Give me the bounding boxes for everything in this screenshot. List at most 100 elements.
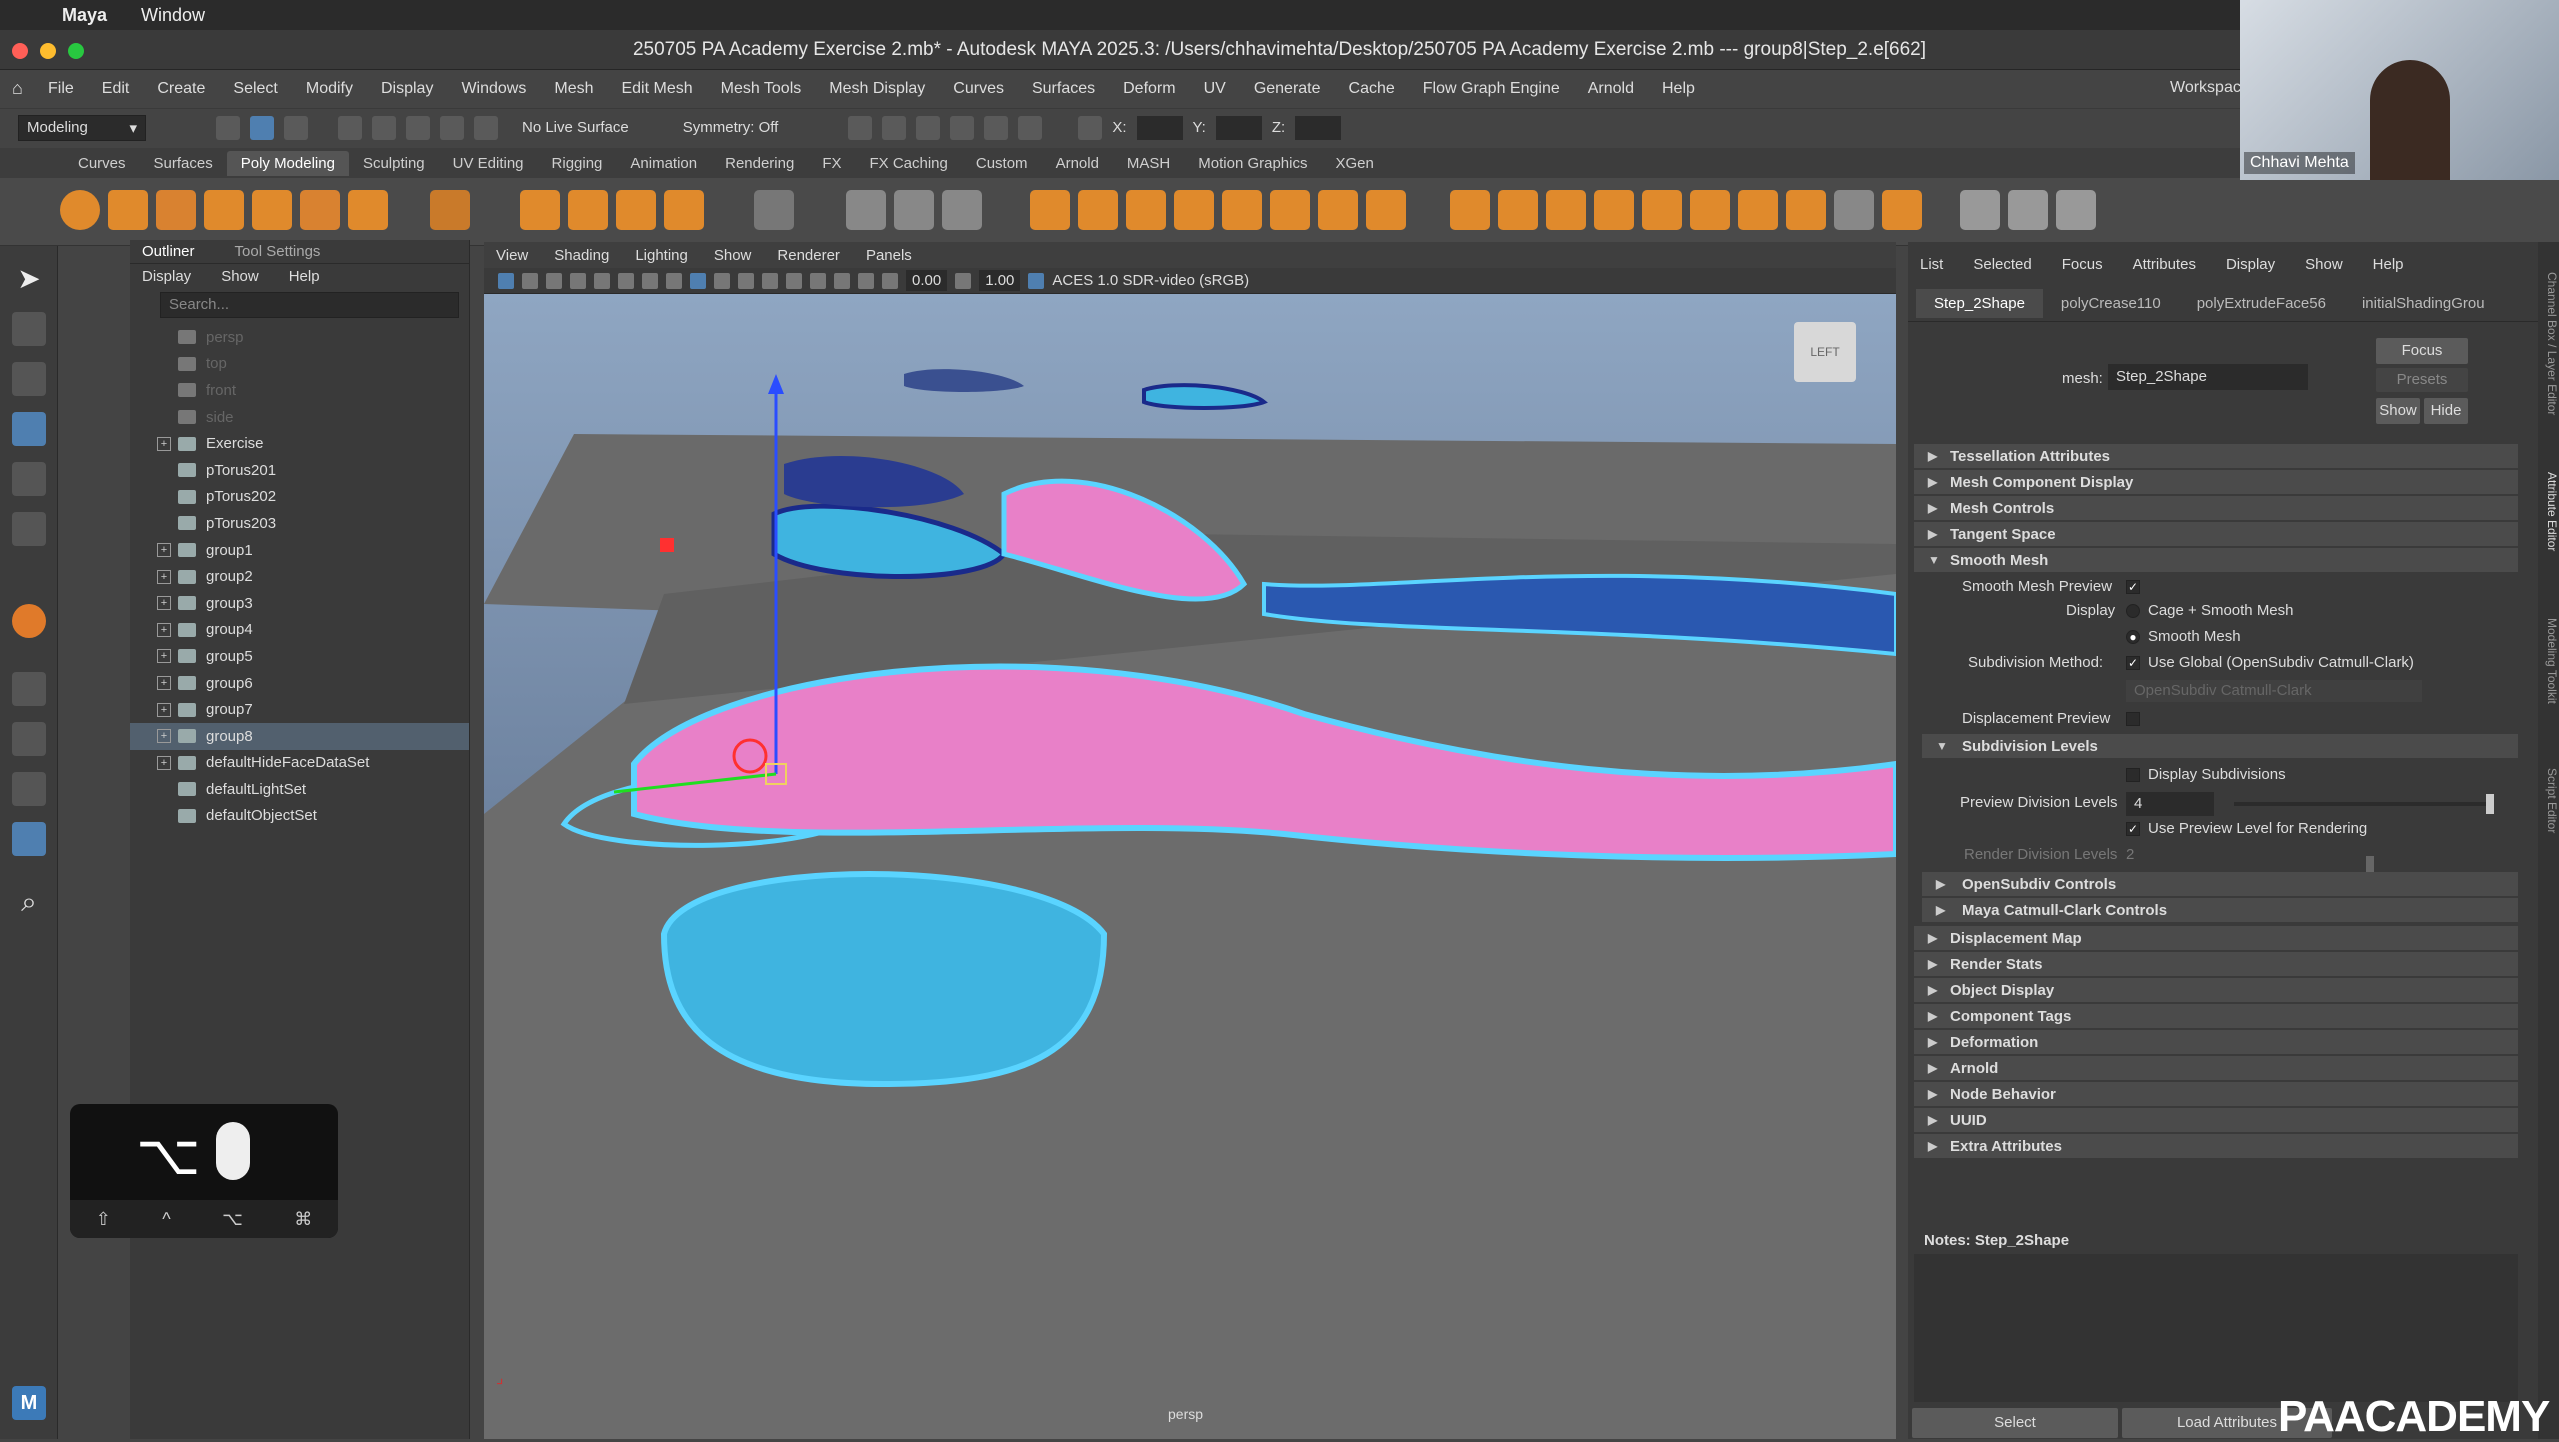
shelf-tab-uv-editing[interactable]: UV Editing	[439, 151, 538, 176]
focus-button[interactable]: Focus	[2376, 338, 2468, 364]
preview-division-slider-track[interactable]	[2234, 802, 2490, 806]
strip-channel-box[interactable]: Channel Box / Layer Editor	[2538, 272, 2559, 452]
mac-app-name[interactable]: Maya	[62, 5, 107, 26]
menu-select[interactable]: Select	[233, 80, 277, 98]
tab-polyextrudeface56[interactable]: polyExtrudeFace56	[2179, 289, 2344, 318]
attr-menu-selected[interactable]: Selected	[1973, 256, 2031, 273]
platonic-icon[interactable]	[430, 190, 470, 230]
attr-menu-display[interactable]: Display	[2226, 256, 2275, 273]
outliner-menu-display[interactable]: Display	[142, 268, 191, 285]
ambient-occlusion-icon[interactable]	[810, 272, 826, 289]
expand-icon[interactable]: +	[157, 702, 171, 717]
minimize-window-icon[interactable]	[40, 43, 56, 59]
resolution-gate-icon[interactable]	[642, 272, 658, 289]
poly-plane-icon[interactable]	[300, 190, 340, 230]
svg-icon[interactable]	[664, 190, 704, 230]
vp-menu-renderer[interactable]: Renderer	[777, 247, 840, 264]
multi-cut-icon[interactable]	[1450, 190, 1490, 230]
outliner-search-input[interactable]: Search...	[160, 292, 459, 318]
chamfer-icon[interactable]	[1738, 190, 1778, 230]
outliner-item-front[interactable]: front	[130, 377, 469, 404]
single-view-icon[interactable]	[12, 672, 46, 706]
shelf-tab-poly-modeling[interactable]: Poly Modeling	[226, 150, 349, 176]
shelf-tab-motion-graphics[interactable]: Motion Graphics	[1184, 151, 1321, 176]
outliner-item-ptorus203[interactable]: pTorus203	[130, 510, 469, 537]
section-node-behavior[interactable]: ▶ Node Behavior	[1914, 1082, 2518, 1106]
hypershade-icon[interactable]	[950, 115, 975, 140]
shadows-icon[interactable]	[786, 272, 802, 289]
section-deformation[interactable]: ▶ Deformation	[1914, 1030, 2518, 1054]
tab-step-2shape[interactable]: Step_2Shape	[1916, 289, 2043, 318]
mac-window-menu[interactable]: Window	[141, 5, 205, 26]
move-tool-icon[interactable]	[12, 412, 46, 446]
poly-cube-icon[interactable]	[108, 190, 148, 230]
combine-icon[interactable]	[846, 190, 886, 230]
select-hierarchy-icon[interactable]	[216, 115, 240, 140]
ipr-render-icon[interactable]	[882, 115, 907, 140]
mesh-table-icon[interactable]	[754, 190, 794, 230]
shelf-tab-fx[interactable]: FX	[808, 151, 855, 176]
attr-menu-help[interactable]: Help	[2373, 256, 2404, 273]
bridge-icon[interactable]	[1222, 190, 1262, 230]
presets-button[interactable]: Presets	[2376, 368, 2468, 392]
workspace-label[interactable]: Workspac	[2170, 79, 2241, 97]
section-mesh-controls[interactable]: ▶ Mesh Controls	[1914, 496, 2518, 520]
select-tool-icon[interactable]: ➤	[12, 262, 46, 296]
crease-icon[interactable]	[1786, 190, 1826, 230]
outliner-item-top[interactable]: top	[130, 351, 469, 378]
rotate-tool-icon[interactable]	[12, 462, 46, 496]
section-extra-attributes[interactable]: ▶ Extra Attributes	[1914, 1134, 2518, 1158]
menu-uv[interactable]: UV	[1204, 80, 1226, 98]
live-surface-label[interactable]: No Live Surface	[522, 119, 629, 136]
wedge-icon[interactable]	[1642, 190, 1682, 230]
menu-display[interactable]: Display	[381, 80, 433, 98]
outliner-item-group3[interactable]: + group3	[130, 590, 469, 617]
poly-cylinder-icon[interactable]	[156, 190, 196, 230]
film-gate-icon[interactable]	[618, 272, 634, 289]
outliner-item-exercise[interactable]: + Exercise	[130, 430, 469, 457]
menu-generate[interactable]: Generate	[1254, 80, 1321, 98]
snap-surface-icon[interactable]	[474, 115, 498, 140]
menu-create[interactable]: Create	[157, 80, 205, 98]
smooth-shade-icon[interactable]	[690, 272, 706, 289]
shelf-tab-fx-caching[interactable]: FX Caching	[856, 151, 962, 176]
subdiv-method-dropdown[interactable]: OpenSubdiv Catmull-Clark	[2126, 680, 2422, 702]
expand-icon[interactable]: +	[157, 596, 171, 611]
symmetry-dropdown[interactable]: Symmetry: Off	[683, 119, 779, 136]
menu-cache[interactable]: Cache	[1349, 80, 1395, 98]
menu-windows[interactable]: Windows	[461, 80, 526, 98]
append-icon[interactable]	[1318, 190, 1358, 230]
extrude-icon[interactable]	[1126, 190, 1166, 230]
paint-select-icon[interactable]	[12, 362, 46, 396]
outliner-item-defaultlightset[interactable]: defaultLightSet	[130, 776, 469, 803]
pause-icon[interactable]	[1018, 115, 1043, 140]
vp-menu-show[interactable]: Show	[714, 247, 752, 264]
section-opensubdiv-controls[interactable]: ▶ OpenSubdiv Controls	[1922, 872, 2518, 896]
uv-toolkit-icon[interactable]	[2056, 190, 2096, 230]
outliner-item-group2[interactable]: + group2	[130, 563, 469, 590]
image-plane-icon[interactable]	[570, 272, 586, 289]
mirror-icon[interactable]	[1078, 190, 1118, 230]
superellipse-icon[interactable]	[520, 190, 560, 230]
outliner-item-group5[interactable]: + group5	[130, 643, 469, 670]
separate-icon[interactable]	[894, 190, 934, 230]
transform-field-icon[interactable]	[1078, 115, 1103, 140]
expand-icon[interactable]: +	[157, 755, 171, 770]
menu-edit[interactable]: Edit	[102, 80, 130, 98]
strip-modeling-toolkit[interactable]: Modeling Toolkit	[2538, 618, 2559, 748]
merge-icon[interactable]	[1366, 190, 1406, 230]
section-uuid[interactable]: ▶ UUID	[1914, 1108, 2518, 1132]
section-component-tags[interactable]: ▶ Component Tags	[1914, 1004, 2518, 1028]
menu-curves[interactable]: Curves	[953, 80, 1004, 98]
camera-attr-icon[interactable]	[522, 272, 538, 289]
expand-icon[interactable]: +	[157, 569, 171, 584]
mode-dropdown[interactable]: Modeling ▾	[18, 114, 146, 141]
textured-icon[interactable]	[738, 272, 754, 289]
expand-icon[interactable]: +	[157, 622, 171, 637]
wireframe-on-shaded-icon[interactable]	[714, 272, 730, 289]
poly-sphere-icon[interactable]	[60, 190, 100, 230]
outliner-item-side[interactable]: side	[130, 404, 469, 431]
type-icon[interactable]	[616, 190, 656, 230]
vp-menu-shading[interactable]: Shading	[554, 247, 609, 264]
preview-division-field[interactable]: 4	[2126, 792, 2214, 816]
